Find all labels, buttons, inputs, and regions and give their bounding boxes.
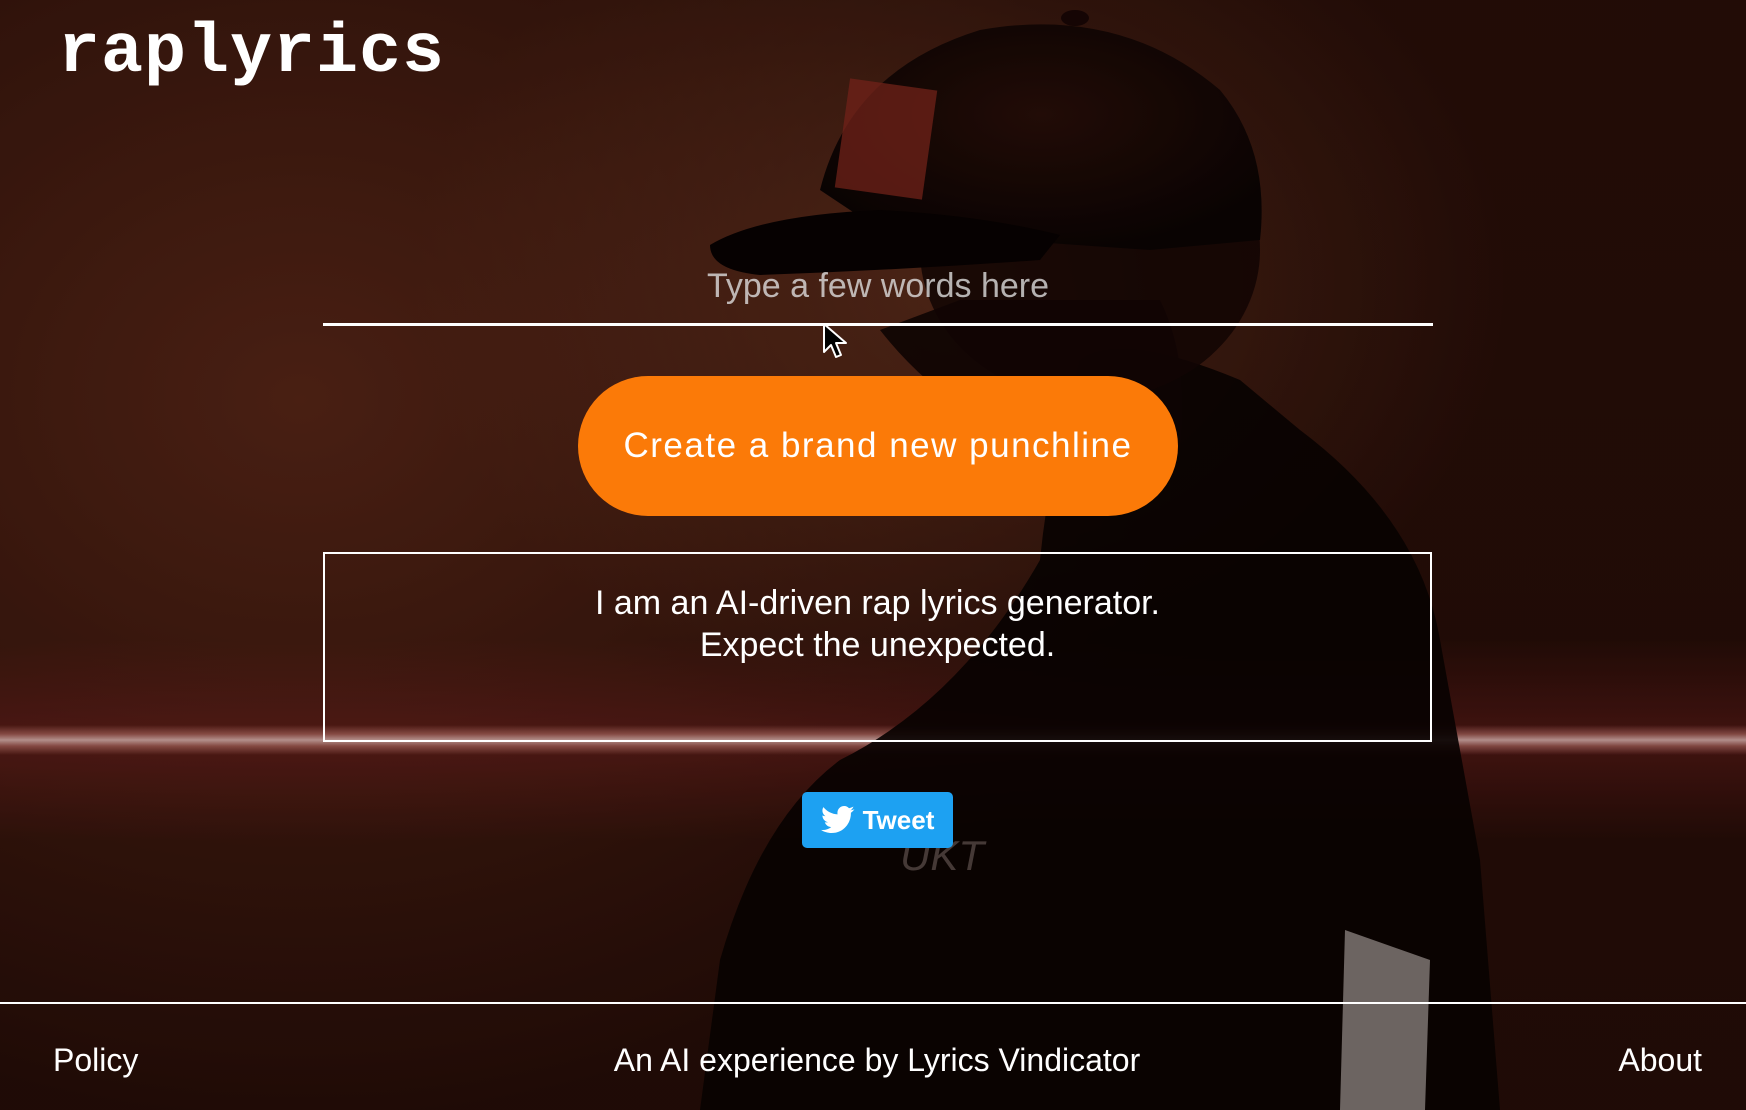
create-punchline-button[interactable]: Create a brand new punchline [578,376,1178,516]
mouse-pointer-icon [823,323,847,358]
lyrics-line: I am an AI-driven rap lyrics generator. [594,584,1161,622]
tweet-button[interactable]: Tweet [802,792,953,848]
search-field-wrapper [323,250,1433,330]
lyrics-output-box: I am an AI-driven rap lyrics generator. … [323,552,1432,742]
about-link[interactable]: About [1618,1042,1702,1079]
site-logo[interactable]: raplyrics [58,12,445,96]
words-input[interactable] [323,250,1433,326]
lyrics-line: Expect the unexpected. [699,626,1056,664]
twitter-bird-icon [820,805,855,834]
tweet-label: Tweet [862,804,935,835]
page: ÜKT raplyrics Create a brand new punchli… [0,0,1746,1110]
footer: Policy An AI experience by Lyrics Vindic… [0,1002,1746,1110]
footer-credit: An AI experience by Lyrics Vindicator [613,1042,1141,1078]
